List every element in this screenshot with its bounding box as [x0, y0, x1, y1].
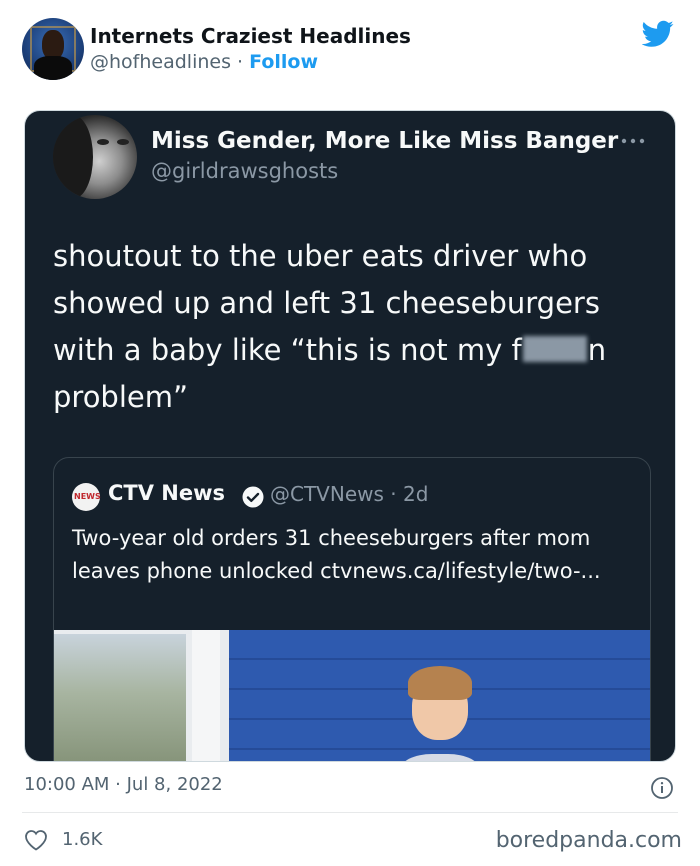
avatar-hair [53, 115, 93, 199]
toddler-photo [400, 666, 480, 761]
tweet-header: Internets Craziest Headlines @hofheadlin… [22, 16, 678, 82]
quoted-author-name: CTV News [108, 481, 226, 505]
window-frame [54, 630, 229, 761]
author-handle[interactable]: @hofheadlines [90, 51, 231, 73]
tweet-text-start: shoutout to the uber eats driver who sho… [53, 239, 600, 367]
verified-badge-icon [242, 486, 264, 508]
quoted-tweet: NEWS CTV News @CTVNews · 2d Two-year old… [53, 457, 651, 761]
footer-divider [22, 812, 678, 813]
author-avatar[interactable] [22, 18, 84, 80]
heart-icon[interactable] [24, 829, 48, 851]
author-handle-row: @hofheadlines · Follow [90, 51, 318, 73]
quoted-tweet-image [54, 630, 650, 761]
tweet-timestamp[interactable]: 10:00 AM · Jul 8, 2022 [24, 774, 223, 795]
ctv-news-logo-icon: NEWS [72, 483, 101, 511]
embedded-tweet-text: shoutout to the uber eats driver who sho… [53, 233, 653, 421]
embedded-author-name: Miss Gender, More Like Miss Banger [151, 128, 619, 154]
handle-separator: · [237, 51, 244, 73]
quoted-tweet-text: Two-year old orders 31 cheeseburgers aft… [72, 526, 601, 583]
toddler-body [400, 754, 480, 761]
logo-text: NEWS [74, 492, 101, 501]
avatar-eye [97, 139, 109, 145]
embedded-screenshot[interactable]: Miss Gender, More Like Miss Banger @girl… [24, 110, 676, 762]
avatar-shirt [34, 56, 72, 80]
twitter-bird-icon[interactable] [642, 20, 674, 48]
info-icon[interactable] [650, 776, 674, 800]
quoted-author-handle: @CTVNews · 2d [270, 482, 429, 506]
embedded-author-avatar [53, 115, 137, 199]
window-pane [54, 634, 186, 761]
window-post [192, 630, 220, 761]
toddler-hair [408, 666, 472, 700]
boredpanda-watermark: boredpanda.com [495, 828, 682, 853]
avatar-eye [117, 139, 129, 145]
censor-blur [522, 336, 587, 362]
like-count[interactable]: 1.6K [62, 829, 102, 850]
more-options-icon [621, 138, 645, 144]
follow-button[interactable]: Follow [249, 51, 318, 73]
author-name[interactable]: Internets Craziest Headlines [90, 24, 411, 48]
embedded-author-handle: @girldrawsghosts [151, 159, 339, 183]
